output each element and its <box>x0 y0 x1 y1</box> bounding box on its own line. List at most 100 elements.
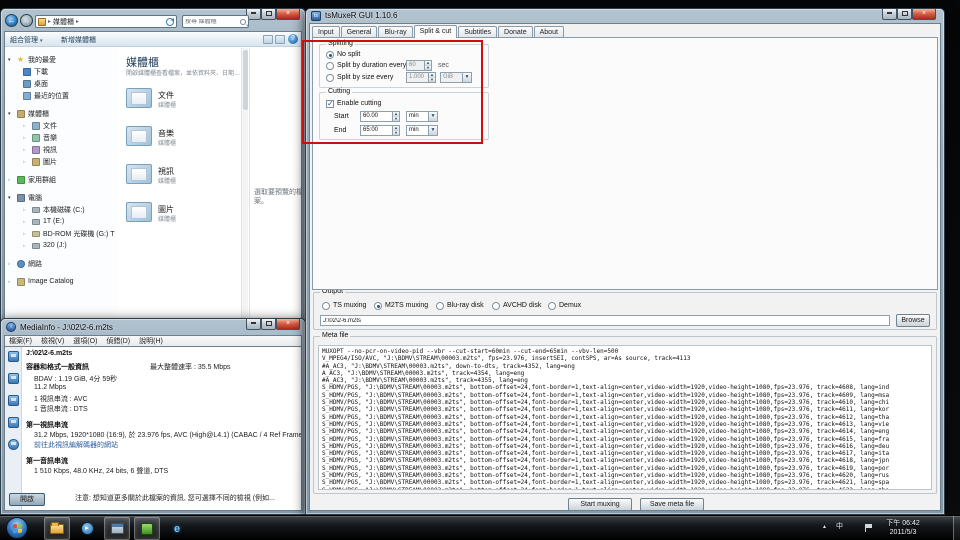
tsmuxer-minimize-button[interactable] <box>882 9 897 20</box>
audio-section-header: 第一音訊串流 <box>26 456 68 466</box>
output-demux-option[interactable]: Demux <box>548 301 581 310</box>
expand-icon[interactable]: ▾ <box>8 57 14 63</box>
expand-icon[interactable]: ▹ <box>23 243 29 249</box>
output-bluray-option[interactable]: Blu-ray disk <box>436 301 484 310</box>
expand-icon[interactable]: ▹ <box>8 279 14 285</box>
radio-avchd-disk[interactable] <box>492 302 500 310</box>
output-m2ts-option[interactable]: M2TS muxing <box>374 301 428 310</box>
scrollbar[interactable] <box>241 48 248 321</box>
new-library-button[interactable]: 新增媒體櫃 <box>61 35 96 45</box>
sidebar-item-network[interactable]: ▹網路 <box>8 258 42 269</box>
search-box[interactable] <box>182 15 249 28</box>
expand-icon[interactable]: ▹ <box>23 123 29 129</box>
output-avchd-option[interactable]: AVCHD disk <box>492 301 541 310</box>
menu-view[interactable]: 檢視(V) <box>41 336 64 346</box>
start-button[interactable] <box>6 517 28 539</box>
taskbar-app-mediainfo[interactable] <box>134 517 160 540</box>
videos-icon <box>32 146 40 154</box>
expand-icon[interactable]: ▹ <box>8 177 14 183</box>
taskbar-app-explorer[interactable] <box>44 517 70 540</box>
mediainfo-maximize-button[interactable] <box>261 319 276 330</box>
expand-icon[interactable]: ▹ <box>8 261 14 267</box>
expand-icon[interactable]: ▹ <box>23 159 29 165</box>
meta-file-text[interactable]: MUXOPT --no-pcr-on-video-pid --vbr --cut… <box>318 345 932 490</box>
taskbar-app-tsmuxer[interactable] <box>104 517 130 540</box>
taskbar-clock[interactable]: 下午 06:42 2011/5/3 <box>874 519 932 537</box>
sidebar-item-documents[interactable]: ▹文件 <box>23 120 57 131</box>
meta-line: S_HDMV/PGS, "J:\BDMV\STREAM\00003.m2ts",… <box>322 421 928 428</box>
expand-icon[interactable]: ▾ <box>8 111 14 117</box>
open-button[interactable]: 開啟 <box>9 493 45 506</box>
refresh-icon[interactable] <box>166 18 174 26</box>
forward-button[interactable]: → <box>20 14 33 27</box>
help-button[interactable]: ? <box>288 34 298 44</box>
save-meta-file-button[interactable]: Save meta file <box>640 498 704 511</box>
search-input[interactable] <box>185 19 235 25</box>
sidebar-item-recent-places[interactable]: 最近的位置 <box>23 90 69 101</box>
sidebar-item-image-catalog[interactable]: ▹Image Catalog <box>8 276 74 287</box>
menu-help[interactable]: 說明(H) <box>139 336 163 346</box>
show-desktop-button[interactable] <box>953 516 960 540</box>
scrollbar-thumb[interactable] <box>243 50 248 110</box>
sidebar-item-drive-e[interactable]: ▹1T (E:) <box>23 216 64 227</box>
video-codec-website-link[interactable]: 前往此視訊編解碼器的網站 <box>34 440 118 450</box>
tsmuxer-close-button[interactable]: × <box>912 9 936 20</box>
tab-split-cut[interactable]: Split & cut <box>414 25 458 38</box>
taskbar-app-media-player[interactable]: ▸ <box>74 517 100 540</box>
settings-icon[interactable] <box>8 417 19 428</box>
sidebar-item-favorites[interactable]: ▾★我的最愛 <box>8 54 56 65</box>
radio-demux[interactable] <box>548 302 556 310</box>
address-bar[interactable]: ▸ 媒體櫃 ▸ <box>35 15 177 28</box>
info-icon[interactable] <box>8 439 19 450</box>
expand-icon[interactable]: ▹ <box>23 219 29 225</box>
menu-file[interactable]: 檔案(F) <box>9 336 32 346</box>
export-icon[interactable] <box>8 395 19 406</box>
sidebar-item-drive-g[interactable]: ▹BD-ROM 光碟機 (G:) T <box>23 228 115 239</box>
sidebar-item-homegroup[interactable]: ▹家用群組 <box>8 174 56 185</box>
tsmuxer-window-title: tsMuxeR GUI 1.10.6 <box>325 11 397 20</box>
sidebar-item-downloads[interactable]: 下載 <box>23 66 48 77</box>
ime-indicator[interactable]: 中 <box>836 521 843 531</box>
browse-button[interactable]: Browse <box>896 314 930 327</box>
sidebar-item-desktop[interactable]: 桌面 <box>23 78 48 89</box>
expand-icon[interactable]: ▹ <box>23 135 29 141</box>
back-button[interactable]: ← <box>5 14 18 27</box>
dropdown-arrow-icon: ▾ <box>40 38 43 44</box>
sidebar-item-videos[interactable]: ▹視訊 <box>23 144 57 155</box>
mediainfo-minimize-button[interactable] <box>246 319 261 330</box>
mediainfo-close-button[interactable]: × <box>276 319 300 330</box>
radio-m2ts-muxing[interactable] <box>374 302 382 310</box>
sidebar-item-computer[interactable]: ▾電腦 <box>8 192 42 203</box>
menu-options[interactable]: 選項(O) <box>73 336 97 346</box>
taskbar-app-browser[interactable]: e <box>164 517 190 540</box>
expand-icon[interactable]: ▹ <box>23 207 29 213</box>
sidebar-item-drive-j[interactable]: ▹320 (J:) <box>23 240 67 251</box>
tsmuxer-titlebar[interactable]: ts tsMuxeR GUI 1.10.6 <box>306 9 944 23</box>
organize-menu[interactable]: 組合管理 ▾ <box>10 35 42 45</box>
sidebar-item-pictures[interactable]: ▹圖片 <box>23 156 57 167</box>
show-preview-pane-button[interactable] <box>275 35 285 44</box>
general-line: 1 音訊串流 : DTS <box>34 404 88 414</box>
menu-debug[interactable]: 偵錯(D) <box>106 336 130 346</box>
output-ts-option[interactable]: TS muxing <box>322 301 366 310</box>
sidebar-item-libraries[interactable]: ▾媒體櫃 <box>8 108 49 119</box>
expand-icon[interactable]: ▹ <box>23 231 29 237</box>
open-file-icon[interactable] <box>8 351 19 362</box>
meta-line: V_MPEG4/ISO/AVC, "J:\BDMV\STREAM\00003.m… <box>322 355 928 362</box>
breadcrumb[interactable]: 媒體櫃 <box>53 17 74 27</box>
tsmuxer-app-icon: ts <box>311 11 321 21</box>
tray-expand-icon[interactable]: ▲ <box>822 524 827 530</box>
output-path-input[interactable] <box>320 315 890 326</box>
start-muxing-button[interactable]: Start muxing <box>568 498 632 511</box>
max-overall-bitrate: 最大整體速率 : 35.5 Mbps <box>150 362 231 372</box>
radio-bluray-disk[interactable] <box>436 302 444 310</box>
tsmuxer-maximize-button[interactable] <box>897 9 912 20</box>
radio-ts-muxing[interactable] <box>322 302 330 310</box>
expand-icon[interactable]: ▾ <box>8 195 14 201</box>
sidebar-item-music[interactable]: ▹音樂 <box>23 132 57 143</box>
sidebar-item-drive-c[interactable]: ▹本機磁碟 (C:) <box>23 204 85 215</box>
open-disc-icon[interactable] <box>8 373 19 384</box>
expand-icon[interactable]: ▹ <box>23 147 29 153</box>
meta-line: A_AC3, "J:\BDMV\STREAM\00003.m2ts", trac… <box>322 370 928 377</box>
change-view-button[interactable] <box>263 35 273 44</box>
